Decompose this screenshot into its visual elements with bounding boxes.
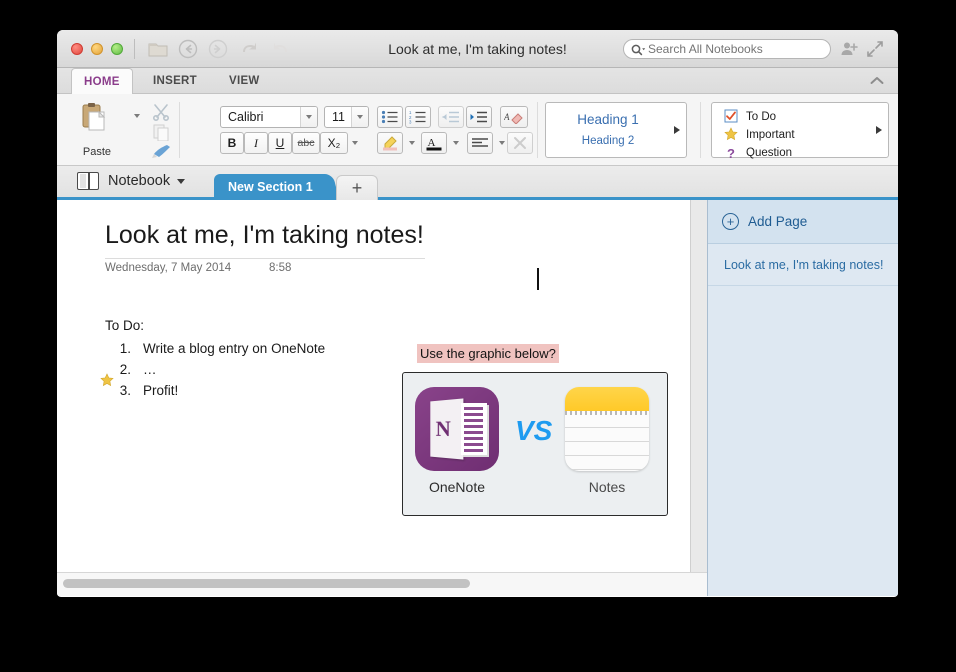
list-item[interactable]: Look at me, I'm taking notes! <box>708 244 898 286</box>
onenote-app-icon: N <box>415 387 499 471</box>
tags-gallery[interactable]: To Do Important ? Question <box>711 102 889 161</box>
paintbrush-icon[interactable] <box>151 142 173 162</box>
align-left-icon[interactable] <box>467 132 493 154</box>
chevron-up-icon[interactable] <box>870 74 884 88</box>
horizontal-scrollbar-track[interactable] <box>57 572 707 596</box>
page-list-sidebar: + Add Page Look at me, I'm taking notes! <box>707 200 898 596</box>
notebook-label: Notebook <box>108 173 171 189</box>
star-icon <box>722 126 740 144</box>
highlighted-note[interactable]: Use the graphic below? <box>417 344 559 363</box>
add-section-button[interactable]: + <box>336 175 378 200</box>
text-cursor <box>537 268 539 290</box>
page-list-item-label: Look at me, I'm taking notes! <box>724 257 884 272</box>
window-titlebar: Look at me, I'm taking notes! <box>57 30 898 68</box>
style-eraser-icon[interactable]: A <box>500 106 528 128</box>
ribbon-tab-strip: HOME INSERT VIEW <box>57 68 898 95</box>
clear-formatting-icon[interactable] <box>507 132 533 154</box>
style-heading-1[interactable]: Heading 1 <box>546 112 670 127</box>
page-date[interactable]: Wednesday, 7 May 2014 <box>105 262 231 274</box>
todo-heading[interactable]: To Do: <box>105 318 144 333</box>
search-icon <box>630 43 646 56</box>
subscript-button[interactable]: X₂ <box>320 132 348 154</box>
font-size-value: 11 <box>332 110 345 124</box>
notes-caption: Notes <box>588 479 626 495</box>
tag-label: Question <box>746 147 793 159</box>
style-heading-2[interactable]: Heading 2 <box>546 135 670 147</box>
tab-insert[interactable]: INSERT <box>141 68 209 94</box>
notes-app-icon <box>565 387 649 471</box>
gallery-more-icon[interactable] <box>876 126 882 134</box>
tag-label: Important <box>746 129 795 141</box>
chevron-down-icon[interactable] <box>351 107 368 127</box>
subscript-dropdown-caret[interactable] <box>348 134 370 154</box>
page-title[interactable]: Look at me, I'm taking notes! <box>105 221 424 250</box>
add-page-button[interactable]: + Add Page <box>708 200 898 244</box>
page-canvas[interactable]: Look at me, I'm taking notes! Wednesday,… <box>57 200 691 572</box>
plus-circle-icon: + <box>722 213 739 230</box>
main-area: Look at me, I'm taking notes! Wednesday,… <box>57 200 898 596</box>
increase-indent-icon[interactable] <box>466 106 492 128</box>
tab-home[interactable]: HOME <box>71 68 133 95</box>
highlighter-icon[interactable] <box>377 132 403 154</box>
tag-to-do[interactable]: To Do <box>722 108 776 126</box>
title-divider <box>105 258 425 259</box>
add-page-label: Add Page <box>748 214 808 229</box>
underline-button[interactable]: U <box>268 132 292 154</box>
search-input[interactable] <box>648 42 818 56</box>
section-tab-new-section-1[interactable]: New Section 1 <box>214 174 327 200</box>
styles-gallery[interactable]: Heading 1 Heading 2 <box>545 102 687 158</box>
chevron-down-icon[interactable] <box>177 178 186 184</box>
onenote-letter-n: N <box>435 415 451 442</box>
notebook-icon <box>77 172 99 190</box>
embedded-image-onenote-vs-notes[interactable]: N OneNote VS Notes <box>402 372 668 516</box>
tag-important[interactable]: Important <box>722 126 795 144</box>
search-all-notebooks-box[interactable] <box>623 39 831 59</box>
onenote-caption: OneNote <box>428 479 486 495</box>
font-family-select[interactable]: Calibri <box>220 106 318 128</box>
italic-button[interactable]: I <box>244 132 268 154</box>
list-item-number: 1. <box>119 341 131 356</box>
notebook-switcher-button[interactable]: Notebook <box>77 172 186 190</box>
onenote-page-shape: N <box>430 398 464 460</box>
paste-button[interactable]: Paste <box>71 100 123 160</box>
svg-text:A: A <box>428 137 436 149</box>
font-family-value: Calibri <box>228 110 264 124</box>
expand-icon[interactable] <box>866 40 884 58</box>
svg-text:3: 3 <box>409 120 412 124</box>
add-person-icon[interactable] <box>840 40 858 58</box>
bold-button[interactable]: B <box>220 132 244 154</box>
list-item-text: … <box>143 362 157 377</box>
onenote-lines-shape <box>461 403 487 455</box>
copy-icon[interactable] <box>151 123 173 143</box>
checkbox-icon <box>722 109 740 126</box>
tag-label: To Do <box>746 111 777 123</box>
svg-text:A: A <box>504 112 510 122</box>
notes-perforation <box>565 411 649 415</box>
gallery-more-icon[interactable] <box>674 126 680 134</box>
paste-label: Paste <box>82 146 112 158</box>
tag-question[interactable]: ? Question <box>722 144 792 162</box>
bulleted-list-icon[interactable] <box>377 106 403 128</box>
horizontal-scrollbar-thumb[interactable] <box>63 579 470 588</box>
notes-header-band <box>565 387 649 411</box>
chevron-down-icon[interactable] <box>300 107 317 127</box>
ribbon-toolbar: Paste Calibri 11 B I U abc X₂ 1 2 3 A A … <box>57 94 898 166</box>
font-color-icon[interactable]: A <box>421 132 447 154</box>
numbered-list-icon[interactable]: 123 <box>405 106 431 128</box>
vs-label: VS <box>515 415 553 446</box>
font-size-select[interactable]: 11 <box>324 106 369 128</box>
tab-view[interactable]: VIEW <box>217 68 272 94</box>
strikethrough-button[interactable]: abc <box>292 132 320 154</box>
paste-dropdown-caret[interactable] <box>127 106 149 126</box>
section-tab-bar: Notebook New Section 1 + <box>57 166 898 200</box>
scissors-icon[interactable] <box>151 103 173 123</box>
question-mark-icon: ? <box>727 145 735 161</box>
decrease-indent-icon[interactable] <box>438 106 464 128</box>
list-item-text: Write a blog entry on OneNote <box>143 341 326 356</box>
list-item-text: Profit! <box>143 383 179 398</box>
clipboard-icon <box>81 102 107 132</box>
star-icon[interactable] <box>100 373 114 390</box>
onenote-window: Look at me, I'm taking notes! HOME INSER… <box>57 30 898 597</box>
page-time[interactable]: 8:58 <box>269 262 291 274</box>
